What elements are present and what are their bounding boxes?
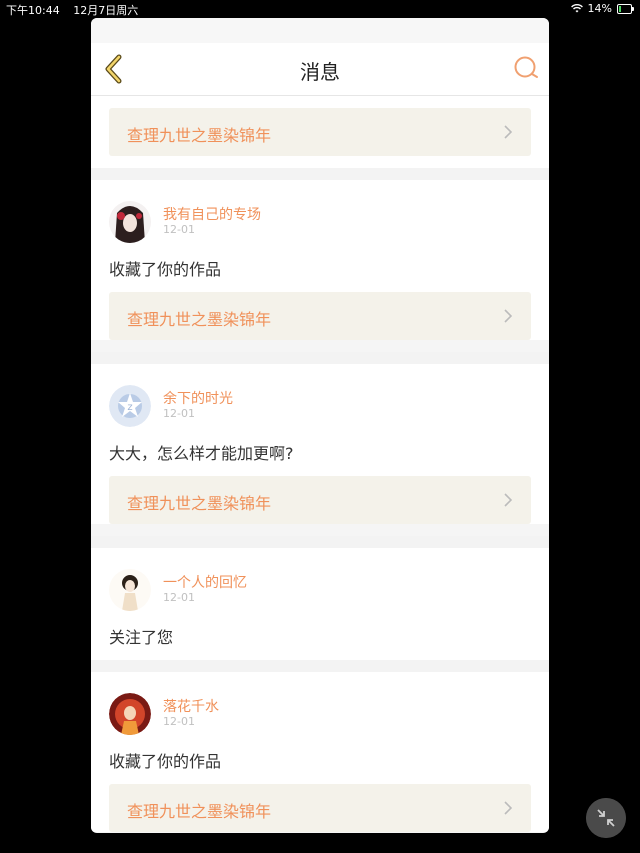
chevron-right-icon: [504, 493, 513, 507]
work-link[interactable]: 查理九世之墨染锦年: [109, 108, 531, 156]
message-card: z 余下的时光 12-01 大大，怎么样才能加更啊? 查理九世之墨染锦年: [91, 364, 549, 524]
message-header: 我有自己的专场 12-01: [109, 180, 531, 254]
work-link[interactable]: 查理九世之墨染锦年: [109, 476, 531, 524]
message-header: 一个人的回忆 12-01: [109, 548, 531, 622]
username[interactable]: 余下的时光: [163, 388, 233, 408]
nav-bar: 消息: [91, 43, 549, 96]
message-header: z 余下的时光 12-01: [109, 364, 531, 438]
message-text: 收藏了你的作品: [109, 752, 222, 771]
work-title: 查理九世之墨染锦年: [127, 802, 272, 821]
message-date: 12-01: [163, 715, 195, 728]
work-title: 查理九世之墨染锦年: [127, 310, 272, 329]
avatar[interactable]: [109, 201, 151, 243]
work-link[interactable]: 查理九世之墨染锦年: [109, 784, 531, 832]
message-date: 12-01: [163, 407, 195, 420]
chevron-right-icon: [504, 801, 513, 815]
battery-icon: [617, 3, 634, 14]
message-card: 一个人的回忆 12-01 关注了您: [91, 548, 549, 660]
message-text: 大大，怎么样才能加更啊?: [109, 444, 294, 463]
top-strip: [91, 18, 549, 43]
username[interactable]: 我有自己的专场: [163, 204, 261, 224]
username[interactable]: 一个人的回忆: [163, 572, 247, 592]
status-date: 12月7日周六: [73, 4, 139, 17]
message-card: 我有自己的专场 12-01 收藏了你的作品 查理九世之墨染锦年: [91, 180, 549, 340]
wifi-icon: [570, 4, 583, 13]
work-title: 查理九世之墨染锦年: [127, 126, 272, 145]
chevron-right-icon: [504, 125, 513, 139]
message-panel: 消息 查理九世之墨染锦年 我有自己的专场 12-01 收藏了你的作品 查理九世之: [91, 18, 549, 833]
username[interactable]: 落花千水: [163, 696, 219, 716]
battery-percent: 14%: [587, 2, 612, 15]
avatar[interactable]: [109, 569, 151, 611]
status-bar: 下午10:44 12月7日周六 14%: [0, 0, 640, 18]
message-card: 查理九世之墨染锦年: [91, 96, 549, 168]
avatar[interactable]: z: [109, 385, 151, 427]
message-date: 12-01: [163, 591, 195, 604]
message-text: 关注了您: [109, 628, 174, 647]
avatar[interactable]: [109, 693, 151, 735]
minimize-window-icon[interactable]: [586, 798, 626, 838]
work-link[interactable]: 查理九世之墨染锦年: [109, 292, 531, 340]
message-header: 落花千水 12-01: [109, 672, 531, 746]
message-card: 落花千水 12-01 收藏了你的作品 查理九世之墨染锦年: [91, 672, 549, 832]
message-text: 收藏了你的作品: [109, 260, 222, 279]
chevron-right-icon: [504, 309, 513, 323]
work-title: 查理九世之墨染锦年: [127, 494, 272, 513]
status-time: 下午10:44: [6, 4, 60, 17]
search-icon[interactable]: [513, 55, 539, 81]
message-date: 12-01: [163, 223, 195, 236]
svg-text:z: z: [127, 402, 132, 413]
page-title: 消息: [300, 60, 340, 84]
